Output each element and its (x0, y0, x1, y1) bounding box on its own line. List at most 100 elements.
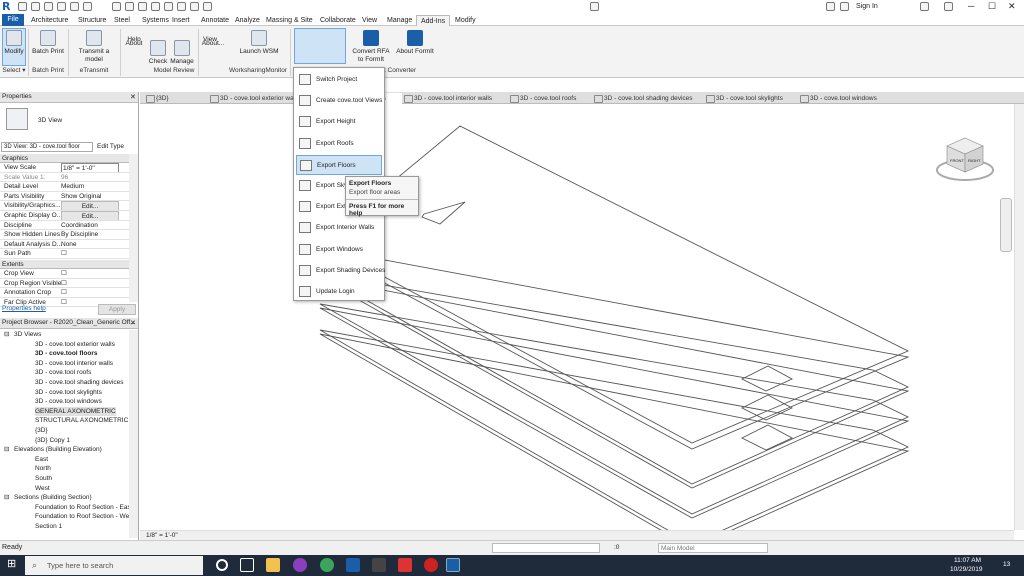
browser-item[interactable]: 3D - cove.tool interior walls (35, 359, 113, 369)
file-explorer-icon[interactable] (266, 558, 280, 572)
notification-count[interactable]: 13 (1003, 561, 1010, 568)
manage-button[interactable]: Manage (168, 40, 196, 66)
menu-manage[interactable]: Manage (383, 15, 416, 26)
dropdown-item-create-cove-tool-views[interactable]: Create cove.tool Views (296, 91, 382, 111)
batch-print-button[interactable]: Batch Print (31, 30, 65, 56)
taskbar-date[interactable]: 10/29/2019 (950, 566, 983, 573)
menu-view[interactable]: View (358, 15, 381, 26)
browser-item[interactable]: Sections (Building Section) (14, 493, 92, 503)
dropdown-item-export-height[interactable]: Export Height (296, 112, 382, 132)
app-icon-4[interactable] (424, 558, 438, 572)
open-icon[interactable] (18, 2, 27, 11)
customize-qa-icon[interactable] (203, 2, 212, 11)
property-value[interactable]: Medium (61, 182, 119, 191)
menu-insert[interactable]: Insert (168, 15, 194, 26)
dropdown-item-export-roofs[interactable]: Export Roofs (296, 134, 382, 154)
browser-scrollbar[interactable] (129, 330, 138, 538)
menu-analyze[interactable]: Analyze (231, 15, 264, 26)
convert-rfa-button[interactable]: Convert RFA to FormIt (350, 30, 392, 64)
extents-section[interactable]: Extents (0, 260, 129, 269)
cart-icon[interactable] (920, 2, 929, 11)
property-value[interactable]: Edit... (61, 201, 119, 211)
browser-item[interactable]: 3D - cove.tool exterior walls (35, 340, 115, 350)
redo-icon[interactable] (70, 2, 79, 11)
tab-view[interactable]: 3D - cove.tool shading devices (594, 93, 693, 104)
about2-button[interactable]: About... (200, 40, 226, 48)
sign-in-link[interactable]: Sign In (856, 3, 878, 10)
browser-item[interactable]: North (35, 464, 51, 474)
about-button[interactable]: About (124, 40, 144, 48)
sun-path-checkbox[interactable]: ☐ (61, 249, 119, 258)
about-formit-button[interactable]: About FormIt (394, 30, 436, 56)
browser-item[interactable]: Foundation to Roof Section - We (35, 512, 129, 522)
menu-massing-site[interactable]: Massing & Site (262, 15, 317, 26)
expand-toggle-icon[interactable]: ⊟ (4, 330, 9, 340)
browser-item[interactable]: 3D - cove.tool roofs (35, 368, 91, 378)
browser-item[interactable]: STRUCTURAL AXONOMETRIC (35, 416, 128, 426)
property-value[interactable]: Coordination (61, 221, 119, 230)
menu-collaborate[interactable]: Collaborate (316, 15, 360, 26)
revit-taskbar-icon[interactable] (346, 558, 360, 572)
save-icon[interactable] (31, 2, 40, 11)
search-help-icon[interactable] (826, 2, 835, 11)
section-icon[interactable] (151, 2, 160, 11)
menu-steel[interactable]: Steel (110, 15, 134, 26)
modify-button[interactable]: Modify (3, 30, 25, 56)
menu-modify[interactable]: Modify (451, 15, 480, 26)
measure-icon[interactable] (112, 2, 121, 11)
3d-viewport[interactable]: FRONT RIGHT (140, 104, 1014, 549)
view-scale-label[interactable]: 1/8" = 1'-0" (146, 532, 178, 539)
browser-item[interactable]: South (35, 474, 52, 484)
browser-item[interactable]: 3D - cove.tool shading devices (35, 378, 124, 388)
browser-item[interactable]: Foundation to Roof Section - Eas (35, 503, 131, 513)
expand-toggle-icon[interactable]: ⊟ (4, 445, 9, 455)
3d-view-icon[interactable] (138, 2, 147, 11)
browser-item[interactable]: East (35, 455, 48, 465)
viewport-vertical-scrollbar[interactable] (1014, 104, 1024, 530)
app-icon-1[interactable] (293, 558, 307, 572)
menu-architecture[interactable]: Architecture (27, 15, 72, 26)
minimize-button[interactable]: ─ (968, 1, 974, 11)
tab-view[interactable]: 3D - cove.tool interior walls (404, 93, 492, 104)
dropdown-item-export-shading-devices[interactable]: Export Shading Devices (296, 261, 385, 281)
property-value[interactable]: 1/8" = 1'-0" (61, 163, 119, 172)
browser-item[interactable]: GENERAL AXONOMETRIC (35, 406, 116, 417)
close-button[interactable]: ✕ (1008, 1, 1016, 12)
browser-item[interactable]: {3D} (35, 426, 48, 436)
maximize-button[interactable]: ☐ (988, 1, 996, 12)
switch-windows-icon[interactable] (190, 2, 199, 11)
browser-item[interactable]: 3D Views (14, 330, 41, 340)
browser-close-icon[interactable]: ✕ (130, 319, 136, 327)
menu-structure[interactable]: Structure (74, 15, 110, 26)
taskbar-time[interactable]: 11:07 AM (954, 557, 981, 564)
print-icon[interactable] (83, 2, 92, 11)
extent-checkbox[interactable]: ☐ (61, 269, 119, 278)
taskbar-search-input[interactable]: Type here to search (25, 556, 203, 575)
undo-icon[interactable] (57, 2, 66, 11)
view-selector[interactable]: 3D View: 3D - cove.tool floor (1, 142, 93, 152)
tab-view[interactable]: 3D - cove.tool windows (800, 93, 877, 104)
app-icon-3[interactable] (398, 558, 412, 572)
app-icon-2[interactable] (372, 558, 386, 572)
menu-annotate[interactable]: Annotate (197, 15, 233, 26)
dropdown-item-export-windows[interactable]: Export Windows (296, 240, 382, 260)
menu-add-ins[interactable]: Add-Ins (416, 15, 451, 26)
task-view-icon[interactable] (240, 558, 254, 572)
viewcube[interactable]: FRONT RIGHT (935, 134, 995, 184)
workset-selector[interactable] (492, 543, 600, 553)
browser-item[interactable]: West (35, 484, 50, 494)
extent-checkbox[interactable]: ☐ (61, 288, 119, 297)
user-icon[interactable] (840, 2, 849, 11)
thin-lines-icon[interactable] (164, 2, 173, 11)
apply-button[interactable]: Apply (98, 304, 136, 315)
browser-item[interactable]: {3D} Copy 1 (35, 436, 70, 446)
windows-start-icon[interactable]: ⊞ (7, 557, 16, 570)
chrome-icon[interactable] (320, 558, 334, 572)
check-button[interactable]: Check (148, 40, 168, 66)
property-value[interactable]: Edit... (61, 210, 119, 220)
property-value[interactable]: Show Original (61, 192, 119, 201)
graphics-section[interactable]: Graphics (0, 154, 129, 163)
browser-item[interactable]: Elevations (Building Elevation) (14, 445, 102, 455)
revit-logo-icon[interactable]: R (2, 1, 13, 13)
tab-view[interactable]: 3D - cove.tool exterior wal (210, 93, 295, 104)
